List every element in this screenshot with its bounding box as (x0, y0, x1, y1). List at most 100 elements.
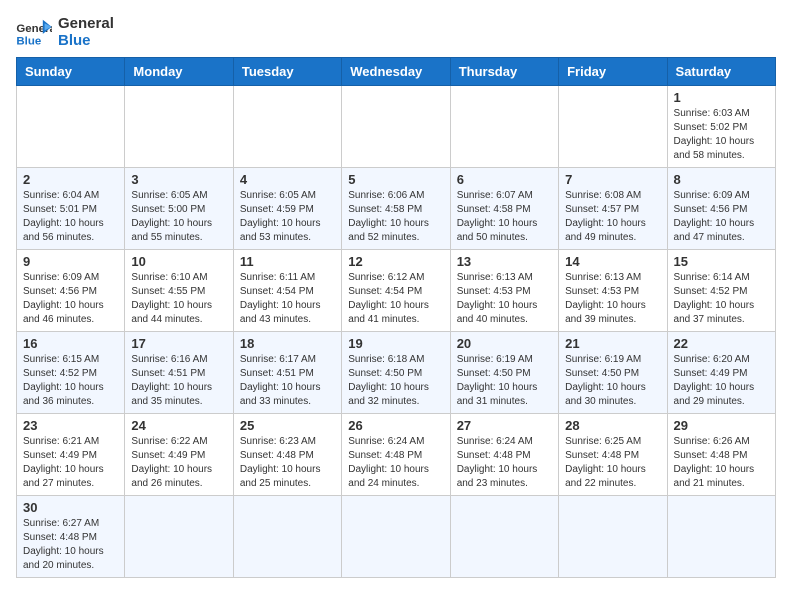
calendar-cell (233, 496, 341, 578)
day-info: Sunrise: 6:17 AM Sunset: 4:51 PM Dayligh… (240, 353, 335, 409)
calendar-cell: 2 Sunrise: 6:04 AM Sunset: 5:01 PM Daylig… (17, 168, 125, 250)
weekday-header-sunday: Sunday (17, 58, 125, 86)
weekday-header-tuesday: Tuesday (233, 58, 341, 86)
calendar-cell: 29 Sunrise: 6:26 AM Sunset: 4:48 PM Dayli… (667, 414, 775, 496)
calendar-cell: 24 Sunrise: 6:22 AM Sunset: 4:49 PM Dayli… (125, 414, 233, 496)
calendar-cell: 5 Sunrise: 6:06 AM Sunset: 4:58 PM Daylig… (342, 168, 450, 250)
day-number: 24 (131, 418, 226, 433)
day-number: 26 (348, 418, 443, 433)
day-number: 6 (457, 172, 552, 187)
calendar-cell (559, 496, 667, 578)
day-number: 27 (457, 418, 552, 433)
day-number: 17 (131, 336, 226, 351)
logo-blue-text: Blue (58, 33, 114, 50)
day-number: 13 (457, 254, 552, 269)
day-number: 16 (23, 336, 118, 351)
day-info: Sunrise: 6:03 AM Sunset: 5:02 PM Dayligh… (674, 107, 769, 163)
svg-text:Blue: Blue (16, 35, 41, 47)
calendar-cell (667, 496, 775, 578)
calendar-cell: 28 Sunrise: 6:25 AM Sunset: 4:48 PM Dayli… (559, 414, 667, 496)
calendar-cell: 18 Sunrise: 6:17 AM Sunset: 4:51 PM Dayli… (233, 332, 341, 414)
day-info: Sunrise: 6:20 AM Sunset: 4:49 PM Dayligh… (674, 353, 769, 409)
day-number: 23 (23, 418, 118, 433)
weekday-header-saturday: Saturday (667, 58, 775, 86)
calendar-cell: 21Sunrise: 6:19 AM Sunset: 4:50 PM Dayli… (559, 332, 667, 414)
calendar-cell (450, 496, 558, 578)
day-info: Sunrise: 6:24 AM Sunset: 4:48 PM Dayligh… (348, 435, 443, 491)
day-info: Sunrise: 6:04 AM Sunset: 5:01 PM Dayligh… (23, 189, 118, 245)
day-number: 2 (23, 172, 118, 187)
day-info: Sunrise: 6:12 AM Sunset: 4:54 PM Dayligh… (348, 271, 443, 327)
calendar-cell: 19 Sunrise: 6:18 AM Sunset: 4:50 PM Dayli… (342, 332, 450, 414)
calendar-table: SundayMondayTuesdayWednesdayThursdayFrid… (16, 57, 776, 578)
day-number: 22 (674, 336, 769, 351)
calendar-week-row: 30Sunrise: 6:27 AM Sunset: 4:48 PM Dayli… (17, 496, 776, 578)
day-info: Sunrise: 6:09 AM Sunset: 4:56 PM Dayligh… (23, 271, 118, 327)
calendar-cell: 17 Sunrise: 6:16 AM Sunset: 4:51 PM Dayli… (125, 332, 233, 414)
calendar-cell (125, 496, 233, 578)
day-number: 28 (565, 418, 660, 433)
calendar-cell: 27Sunrise: 6:24 AM Sunset: 4:48 PM Dayli… (450, 414, 558, 496)
calendar-cell (342, 86, 450, 168)
day-info: Sunrise: 6:21 AM Sunset: 4:49 PM Dayligh… (23, 435, 118, 491)
calendar-cell: 20Sunrise: 6:19 AM Sunset: 4:50 PM Dayli… (450, 332, 558, 414)
day-info: Sunrise: 6:15 AM Sunset: 4:52 PM Dayligh… (23, 353, 118, 409)
day-info: Sunrise: 6:16 AM Sunset: 4:51 PM Dayligh… (131, 353, 226, 409)
day-number: 7 (565, 172, 660, 187)
day-number: 25 (240, 418, 335, 433)
calendar-cell (559, 86, 667, 168)
weekday-header-wednesday: Wednesday (342, 58, 450, 86)
calendar-body: 1Sunrise: 6:03 AM Sunset: 5:02 PM Daylig… (17, 86, 776, 578)
day-number: 14 (565, 254, 660, 269)
day-info: Sunrise: 6:09 AM Sunset: 4:56 PM Dayligh… (674, 189, 769, 245)
day-info: Sunrise: 6:25 AM Sunset: 4:48 PM Dayligh… (565, 435, 660, 491)
day-number: 18 (240, 336, 335, 351)
day-info: Sunrise: 6:23 AM Sunset: 4:48 PM Dayligh… (240, 435, 335, 491)
day-info: Sunrise: 6:13 AM Sunset: 4:53 PM Dayligh… (457, 271, 552, 327)
calendar-week-row: 9 Sunrise: 6:09 AM Sunset: 4:56 PM Daylig… (17, 250, 776, 332)
day-info: Sunrise: 6:22 AM Sunset: 4:49 PM Dayligh… (131, 435, 226, 491)
calendar-header: SundayMondayTuesdayWednesdayThursdayFrid… (17, 58, 776, 86)
calendar-cell: 14 Sunrise: 6:13 AM Sunset: 4:53 PM Dayli… (559, 250, 667, 332)
day-number: 10 (131, 254, 226, 269)
calendar-cell: 8 Sunrise: 6:09 AM Sunset: 4:56 PM Daylig… (667, 168, 775, 250)
calendar-cell: 23 Sunrise: 6:21 AM Sunset: 4:49 PM Dayli… (17, 414, 125, 496)
day-info: Sunrise: 6:11 AM Sunset: 4:54 PM Dayligh… (240, 271, 335, 327)
day-number: 9 (23, 254, 118, 269)
calendar-cell (17, 86, 125, 168)
calendar-cell: 12Sunrise: 6:12 AM Sunset: 4:54 PM Dayli… (342, 250, 450, 332)
logo-icon: General Blue (16, 18, 52, 48)
page-header: General Blue General Blue (16, 16, 776, 49)
calendar-cell: 1Sunrise: 6:03 AM Sunset: 5:02 PM Daylig… (667, 86, 775, 168)
calendar-cell: 26 Sunrise: 6:24 AM Sunset: 4:48 PM Dayli… (342, 414, 450, 496)
calendar-cell: 11 Sunrise: 6:11 AM Sunset: 4:54 PM Dayli… (233, 250, 341, 332)
day-info: Sunrise: 6:19 AM Sunset: 4:50 PM Dayligh… (457, 353, 552, 409)
calendar-cell: 15Sunrise: 6:14 AM Sunset: 4:52 PM Dayli… (667, 250, 775, 332)
calendar-week-row: 16 Sunrise: 6:15 AM Sunset: 4:52 PM Dayli… (17, 332, 776, 414)
calendar-week-row: 2 Sunrise: 6:04 AM Sunset: 5:01 PM Daylig… (17, 168, 776, 250)
day-info: Sunrise: 6:19 AM Sunset: 4:50 PM Dayligh… (565, 353, 660, 409)
calendar-cell: 10 Sunrise: 6:10 AM Sunset: 4:55 PM Dayli… (125, 250, 233, 332)
day-number: 8 (674, 172, 769, 187)
calendar-week-row: 23 Sunrise: 6:21 AM Sunset: 4:49 PM Dayli… (17, 414, 776, 496)
day-info: Sunrise: 6:13 AM Sunset: 4:53 PM Dayligh… (565, 271, 660, 327)
day-number: 5 (348, 172, 443, 187)
day-number: 30 (23, 500, 118, 515)
day-info: Sunrise: 6:10 AM Sunset: 4:55 PM Dayligh… (131, 271, 226, 327)
calendar-cell: 4Sunrise: 6:05 AM Sunset: 4:59 PM Daylig… (233, 168, 341, 250)
day-number: 19 (348, 336, 443, 351)
day-number: 3 (131, 172, 226, 187)
calendar-cell: 30Sunrise: 6:27 AM Sunset: 4:48 PM Dayli… (17, 496, 125, 578)
calendar-cell (125, 86, 233, 168)
day-info: Sunrise: 6:14 AM Sunset: 4:52 PM Dayligh… (674, 271, 769, 327)
calendar-cell: 6Sunrise: 6:07 AM Sunset: 4:58 PM Daylig… (450, 168, 558, 250)
header-row: SundayMondayTuesdayWednesdayThursdayFrid… (17, 58, 776, 86)
day-info: Sunrise: 6:26 AM Sunset: 4:48 PM Dayligh… (674, 435, 769, 491)
day-info: Sunrise: 6:18 AM Sunset: 4:50 PM Dayligh… (348, 353, 443, 409)
day-number: 29 (674, 418, 769, 433)
calendar-cell: 13 Sunrise: 6:13 AM Sunset: 4:53 PM Dayli… (450, 250, 558, 332)
calendar-cell (233, 86, 341, 168)
day-info: Sunrise: 6:06 AM Sunset: 4:58 PM Dayligh… (348, 189, 443, 245)
day-number: 11 (240, 254, 335, 269)
calendar-cell: 9 Sunrise: 6:09 AM Sunset: 4:56 PM Daylig… (17, 250, 125, 332)
